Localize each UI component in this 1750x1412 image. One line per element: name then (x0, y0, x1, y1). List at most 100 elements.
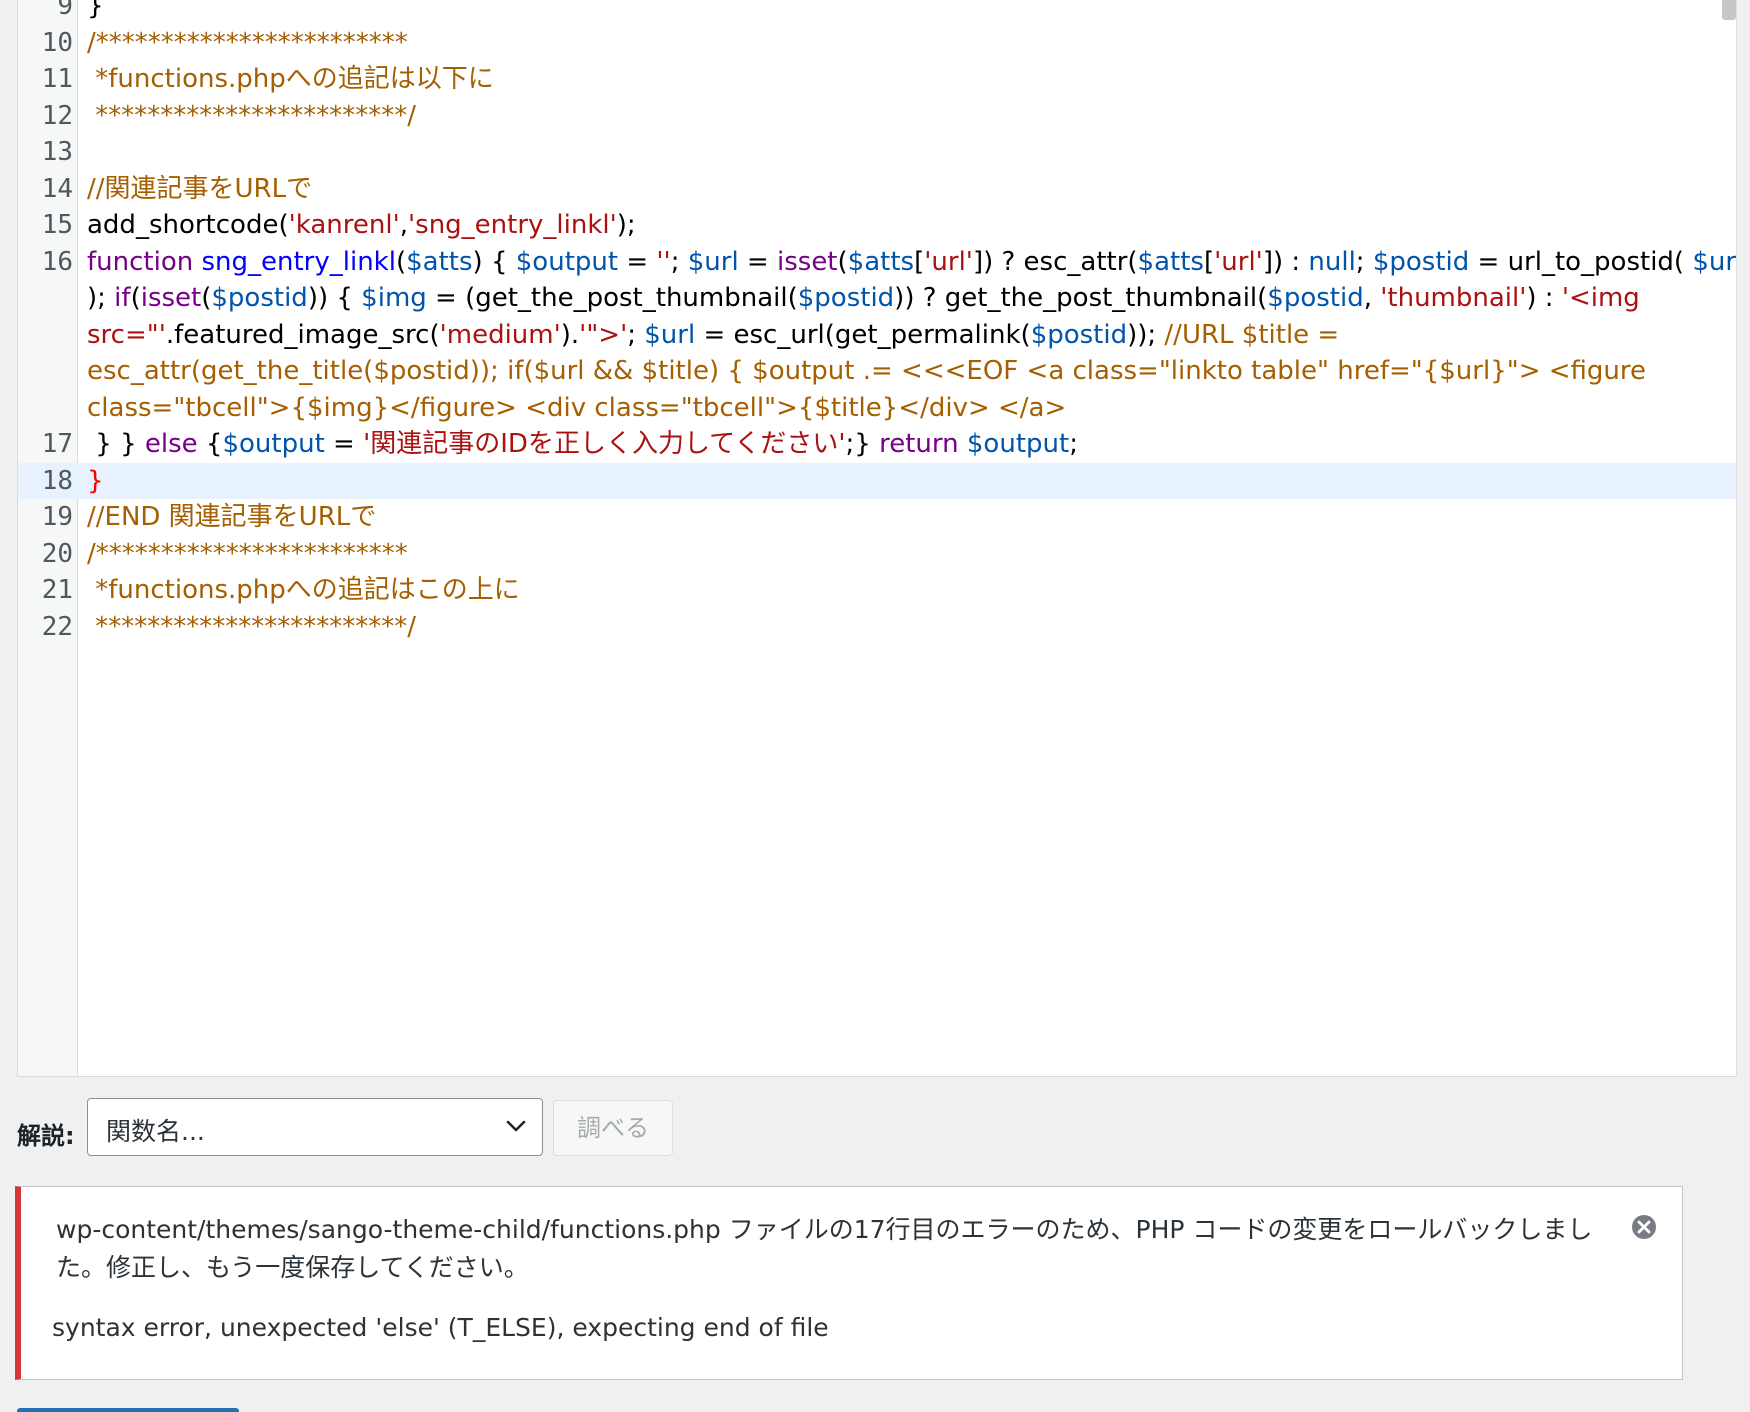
code-token: } (87, 465, 104, 496)
code-line[interactable]: 18} (18, 462, 1736, 499)
error-message: wp-content/themes/sango-theme-child/func… (56, 1215, 1593, 1282)
code-line[interactable]: src="'.featured_image_src('medium').'">'… (18, 317, 1736, 354)
code-line[interactable]: 19 //END 関連記事をURLで (18, 499, 1736, 536)
documentation-lookup: 解説: 関数名... 調べる (17, 1098, 717, 1158)
code-token: $img (361, 283, 427, 313)
code-token: $output (222, 429, 325, 459)
code-token: $output (515, 246, 619, 277)
code-token: if (114, 283, 131, 313)
code-line[interactable]: 22 ************************/ (18, 609, 1736, 646)
code-token: = url_to_postid( (1469, 246, 1693, 277)
update-file-button[interactable] (17, 1408, 239, 1412)
code-token: '関連記事のIDを正しく入力してください' (363, 429, 846, 459)
code-token: class="tbcell">{$img}</figure> <div clas… (87, 392, 1067, 423)
code-token: $atts (406, 246, 473, 277)
code-line[interactable]: esc_attr(get_the_title($postid)); if($ur… (18, 353, 1736, 390)
code-token: 'sng_entry_linkl' (408, 210, 617, 240)
line-number: 10 (41, 27, 73, 58)
code-text: } (87, 0, 104, 25)
code-token: *functions.phpへの追記は以下に (87, 64, 494, 94)
code-token: //END 関連記事をURLで (87, 502, 377, 532)
code-token: ( (130, 283, 141, 313)
code-token: else (144, 429, 198, 459)
code-token: $postid (1267, 283, 1364, 313)
code-line[interactable]: class="tbcell">{$img}</figure> <div clas… (18, 390, 1736, 427)
code-token: )) { (307, 283, 362, 313)
code-line[interactable]: 14 //関連記事をURLで (18, 171, 1736, 208)
code-line[interactable]: 20 /************************ (18, 536, 1736, 573)
line-number: 21 (41, 575, 73, 605)
code-token: ]) ? esc_attr( (972, 246, 1138, 277)
code-token: '">' (579, 319, 628, 350)
code-line[interactable]: 10 /************************ (18, 25, 1736, 62)
code-token: , (1363, 283, 1381, 313)
code-token: )) ? get_the_post_thumbnail( (894, 283, 1268, 313)
error-notice: wp-content/themes/sango-theme-child/func… (15, 1186, 1683, 1380)
code-text: *functions.phpへの追記はこの上に (87, 572, 520, 609)
code-token: $atts (1137, 246, 1204, 277)
line-number: 19 (41, 502, 73, 532)
code-line[interactable]: 16 function sng_entry_linkl($atts) { $out… (18, 244, 1736, 281)
code-token: add_shortcode( (87, 210, 289, 240)
line-number: 22 (41, 611, 73, 642)
code-token: ; (627, 319, 645, 350)
code-line[interactable]: 12 ************************/ (18, 98, 1736, 135)
line-number: 14 (41, 173, 73, 204)
code-line[interactable]: 13 (18, 134, 1736, 171)
editor-scrollbar[interactable] (1722, 0, 1736, 20)
code-token: ); (616, 210, 636, 240)
code-text: /************************ (87, 536, 408, 573)
code-text: ************************/ (87, 98, 416, 135)
code-line[interactable]: 9} (18, 0, 1736, 25)
code-token: [ (914, 246, 925, 277)
lookup-button[interactable]: 調べる (553, 1100, 673, 1156)
code-token: /************************ (87, 27, 408, 58)
code-token: = (738, 246, 777, 277)
code-token: ) : (1526, 283, 1562, 313)
code-token: ); (87, 283, 115, 313)
code-token: ) { (472, 246, 516, 277)
code-token: } } (87, 429, 145, 459)
code-text: src="'.featured_image_src('medium').'">'… (87, 317, 1339, 354)
code-token: $postid (211, 283, 308, 313)
code-line[interactable]: 21 *functions.phpへの追記はこの上に (18, 572, 1736, 609)
code-token: ************************/ (87, 611, 417, 642)
code-token: { (197, 429, 223, 459)
code-text: ); if(isset($postid)) { $img = (get_the_… (87, 280, 1640, 317)
code-token: '' (656, 246, 671, 277)
code-token: //URL $title = (1164, 319, 1340, 350)
code-token: = (get_the_post_thumbnail( (426, 283, 798, 313)
code-text: //関連記事をURLで (87, 171, 312, 208)
code-token: $postid (797, 283, 895, 313)
code-token: $url (644, 319, 696, 350)
code-token: ). (560, 319, 580, 350)
documentation-label: 解説: (17, 1122, 75, 1150)
code-text: *functions.phpへの追記は以下に (87, 61, 494, 98)
code-token: 'kanrenl' (288, 210, 400, 240)
function-name-select-value: 関数名... (106, 1117, 205, 1146)
code-token: return (879, 429, 967, 459)
code-token: $postid (1030, 319, 1128, 350)
code-token: sng_entry_linkl (201, 246, 396, 277)
line-number: 12 (41, 100, 73, 131)
line-number: 9 (57, 0, 73, 21)
code-token: '<img (1561, 283, 1640, 313)
code-token: )); (1127, 319, 1165, 350)
code-token: ( (201, 283, 212, 313)
code-line[interactable]: 11 *functions.phpへの追記は以下に (18, 61, 1736, 98)
code-token: ; (1355, 246, 1373, 277)
code-token: ;} (845, 429, 880, 459)
code-editor[interactable]: 9} 10/************************ 11 *functio… (17, 0, 1737, 1077)
chevron-down-icon (506, 1120, 526, 1132)
code-text: } } else {$output = '関連記事のIDを正しく入力してください… (87, 426, 1078, 463)
code-line[interactable]: ); if(isset($postid)) { $img = (get_the_… (18, 280, 1736, 317)
line-number: 11 (41, 64, 73, 94)
line-number: 16 (41, 246, 73, 277)
code-token: [ (1203, 246, 1215, 277)
code-text: /************************ (87, 25, 408, 62)
code-line[interactable]: 17 } } else {$output = '関連記事のIDを正しく入力してく… (18, 426, 1736, 463)
code-token: /************************ (87, 538, 408, 569)
function-name-select[interactable]: 関数名... (87, 1098, 543, 1156)
dismiss-icon[interactable] (1630, 1213, 1658, 1241)
code-line[interactable]: 15 add_shortcode('kanrenl','sng_entry_lin… (18, 207, 1736, 244)
